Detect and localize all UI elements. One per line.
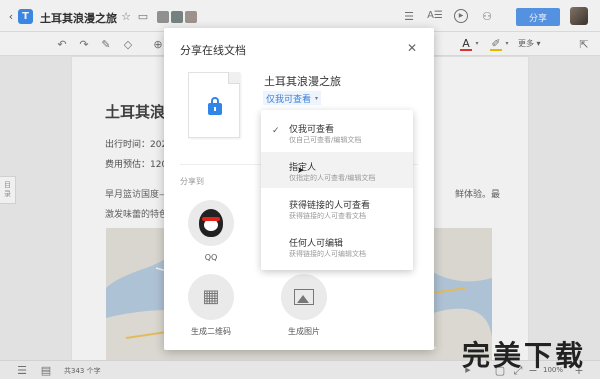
add-user-icon[interactable]: ⚇	[479, 9, 495, 23]
image-icon	[294, 289, 314, 305]
star-icon[interactable]: ☆	[120, 10, 132, 22]
share-button[interactable]: 分享	[516, 8, 560, 26]
share-target-label: 生成图片	[288, 327, 320, 336]
font-color-icon[interactable]: A	[460, 37, 472, 51]
document-heading: 土耳其浪	[105, 103, 166, 121]
redo-icon[interactable]: ↷	[78, 38, 90, 50]
expand-icon[interactable]: ⇱	[578, 38, 590, 50]
qrcode-icon: ▦	[202, 286, 220, 307]
collaborator-avatar[interactable]	[171, 11, 183, 23]
permission-option-title: 仅我可查看	[289, 125, 335, 135]
chevron-down-icon[interactable]: ▾	[504, 40, 510, 48]
chevron-down-icon[interactable]: ▾	[474, 40, 480, 48]
more-label: 更多	[518, 39, 534, 48]
lock-shackle	[211, 97, 219, 105]
share-to-label: 分享到	[180, 177, 204, 186]
user-avatar[interactable]	[570, 7, 588, 25]
catalog-tab-label: 目	[4, 181, 11, 189]
app-logo: T	[18, 9, 33, 24]
check-icon: ✓	[272, 126, 280, 136]
undo-icon[interactable]: ↶	[56, 38, 68, 50]
doc-title[interactable]: 土耳其浪漫之旅	[40, 10, 117, 26]
close-icon[interactable]: ✕	[406, 42, 418, 54]
document-paragraph: 旱月篮访国度—	[105, 190, 169, 200]
layout-icon[interactable]: ▤	[40, 364, 52, 376]
catalog-tab[interactable]: 目 录	[0, 176, 16, 204]
permission-option-title: 任何人可编辑	[289, 239, 344, 249]
document-line: 费用预估：120	[105, 160, 168, 170]
format-painter-icon[interactable]: ✎	[100, 38, 112, 50]
qq-share-button[interactable]	[188, 200, 234, 246]
text-format-icon[interactable]: A☰	[427, 10, 443, 22]
play-icon[interactable]: ▶	[454, 9, 468, 23]
folder-icon[interactable]: ▭	[137, 10, 149, 22]
permission-option[interactable]: 获得链接的人可查看 获得链接的人可查看文档	[261, 190, 413, 226]
cursor-icon: ➤	[297, 166, 305, 176]
highlight-icon[interactable]: ✐	[490, 37, 502, 51]
qq-icon-scarf	[202, 217, 220, 221]
collaborator-avatar[interactable]	[157, 11, 169, 23]
document-paragraph: 鲜体验。最	[455, 190, 501, 200]
catalog-tab-label: 录	[4, 190, 11, 198]
image-share-button[interactable]	[281, 274, 327, 320]
permission-option[interactable]: ✓ 仅我可查看 仅自己可查看/编辑文档	[261, 114, 413, 150]
permission-select-value: 仅我可查看	[266, 94, 312, 105]
permission-menu: ✓ 仅我可查看 仅自己可查看/编辑文档 指定人 仅指定的人可查看/编辑文档 ➤ …	[261, 110, 413, 270]
back-icon[interactable]: ‹	[6, 10, 16, 22]
qrcode-share-button[interactable]: ▦	[188, 274, 234, 320]
permission-option-desc: 仅自己可查看/编辑文档	[289, 136, 362, 144]
page-corner	[228, 72, 240, 84]
document-thumbnail	[188, 72, 240, 138]
document-line: 出行时间：202	[105, 140, 168, 150]
dialog-title: 分享在线文档	[180, 44, 246, 57]
image-icon-mountain	[297, 295, 309, 303]
lock-keyhole	[214, 107, 216, 111]
permission-option[interactable]: 指定人 仅指定的人可查看/编辑文档 ➤	[261, 152, 413, 188]
more-button[interactable]: 更多 ▾	[518, 38, 541, 49]
permission-option-desc: 获得链接的人可查看文档	[289, 212, 366, 220]
share-target-label: 生成二维码	[191, 327, 231, 336]
permission-select[interactable]: 仅我可查看 ▾	[263, 91, 322, 105]
list-icon[interactable]: ☰	[16, 364, 28, 376]
share-target-label: QQ	[204, 253, 218, 262]
permission-option[interactable]: 任何人可编辑 获得链接的人可编辑文档	[261, 228, 413, 264]
document-paragraph: 激发味蕾的特色	[105, 210, 169, 220]
permission-option-desc: 获得链接的人可编辑文档	[289, 250, 366, 258]
menu-icon[interactable]: ☰	[402, 10, 416, 22]
lock-icon	[208, 97, 222, 115]
shared-doc-name: 土耳其浪漫之旅	[264, 75, 341, 88]
eraser-icon[interactable]: ◇	[122, 38, 134, 50]
word-count: 共343 个字	[64, 367, 101, 375]
insert-icon[interactable]: ⊕	[152, 38, 164, 50]
site-watermark: 完美下载	[462, 339, 587, 372]
collaborator-avatar[interactable]	[185, 11, 197, 23]
permission-option-title: 获得链接的人可查看	[289, 201, 371, 211]
chevron-down-icon: ▾	[315, 94, 319, 102]
qq-icon	[199, 209, 223, 237]
